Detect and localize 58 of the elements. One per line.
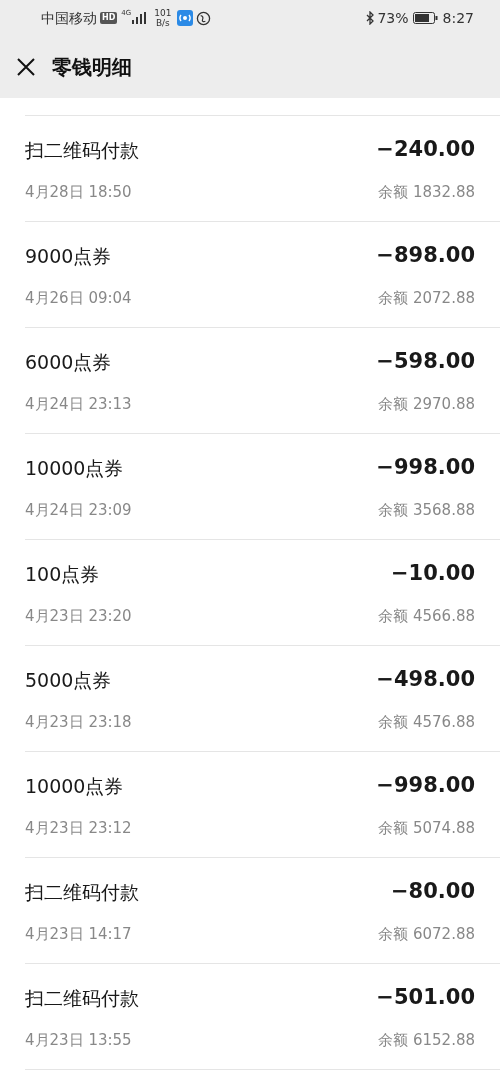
balance-text: 余额 6152.88 — [378, 1029, 475, 1051]
transaction-time: 4月23日 23:12 — [25, 817, 132, 839]
transaction-row[interactable]: 10000点券 −998.00 4月23日 23:12 余额 5074.88 — [25, 751, 500, 857]
transaction-title: 10000点券 — [25, 773, 124, 799]
transaction-time: 4月23日 23:20 — [25, 605, 132, 627]
transaction-row[interactable]: 9000点券 −898.00 4月26日 09:04 余额 2072.88 — [25, 221, 500, 327]
close-button[interactable] — [16, 57, 36, 77]
transaction-title: 6000点券 — [25, 349, 112, 375]
transaction-title: 100点券 — [25, 561, 100, 587]
transaction-amount: −501.00 — [376, 984, 475, 1011]
transaction-time: 4月23日 13:55 — [25, 1029, 132, 1051]
transaction-title: 5000点券 — [25, 667, 112, 693]
close-icon — [17, 58, 35, 76]
transaction-amount: −998.00 — [376, 772, 475, 799]
balance-text: 余额 4576.88 — [378, 711, 475, 733]
transaction-row[interactable]: 5000点券 −498.00 4月23日 23:18 余额 4576.88 — [25, 645, 500, 751]
transaction-title: 扫二维码付款 — [25, 985, 139, 1011]
transaction-time: 4月28日 18:50 — [25, 181, 132, 203]
transaction-time: 4月23日 14:17 — [25, 923, 132, 945]
transaction-time: 4月24日 23:13 — [25, 393, 132, 415]
transaction-row[interactable]: 100点券 −10.00 4月23日 23:20 余额 4566.88 — [25, 539, 500, 645]
speed-value: 101 — [154, 8, 172, 18]
transaction-time: 4月24日 23:09 — [25, 499, 132, 521]
balance-text: 余额 3568.88 — [378, 499, 475, 521]
transaction-row[interactable]: 扫二维码付款 −80.00 4月23日 14:17 余额 6072.88 — [25, 857, 500, 963]
balance-text: 余额 6072.88 — [378, 923, 475, 945]
signal-icon — [132, 12, 147, 24]
hotspot-icon — [177, 10, 194, 26]
transaction-row[interactable]: 10000点券 −998.00 4月24日 23:09 余额 3568.88 — [25, 433, 500, 539]
transaction-row[interactable]: 扫二维码付款 −501.00 4月23日 13:55 余额 6152.88 — [25, 963, 500, 1069]
transaction-amount: −998.00 — [376, 454, 475, 481]
balance-text: 余额 5074.88 — [378, 817, 475, 839]
transaction-row[interactable]: 6000点券 −598.00 4月24日 23:13 余额 2970.88 — [25, 327, 500, 433]
transaction-amount: −598.00 — [376, 348, 475, 375]
carrier-name: 中国移动 — [41, 8, 97, 28]
transaction-time: 4月26日 09:04 — [25, 287, 132, 309]
page-title: 零钱明细 — [52, 54, 132, 81]
speed-unit: B/s — [155, 18, 170, 28]
balance-text: 余额 2072.88 — [378, 287, 475, 309]
clock-time: 8:27 — [442, 8, 474, 28]
transaction-amount: −498.00 — [376, 666, 475, 693]
transaction-amount: −240.00 — [376, 136, 475, 163]
balance-text: 余额 4566.88 — [378, 605, 475, 627]
transaction-time: 4月23日 23:18 — [25, 711, 132, 733]
transaction-amount: −10.00 — [390, 560, 475, 587]
transaction-amount: −80.00 — [390, 878, 475, 905]
hd-badge: HD — [100, 12, 118, 24]
transaction-title: 10000点券 — [25, 455, 124, 481]
transaction-row[interactable]: 扫二维码付款 −240.00 4月28日 18:50 余额 1832.88 — [25, 115, 500, 221]
battery-percent: 73% — [377, 8, 409, 28]
balance-text: 余额 2970.88 — [378, 393, 475, 415]
bluetooth-icon — [366, 11, 376, 25]
transaction-title: 扫二维码付款 — [25, 137, 139, 163]
transaction-amount: −898.00 — [376, 242, 475, 269]
battery-icon — [412, 12, 438, 24]
balance-text: 余额 1832.88 — [378, 181, 475, 203]
transaction-title: 扫二维码付款 — [25, 879, 139, 905]
transaction-title: 9000点券 — [25, 243, 112, 269]
